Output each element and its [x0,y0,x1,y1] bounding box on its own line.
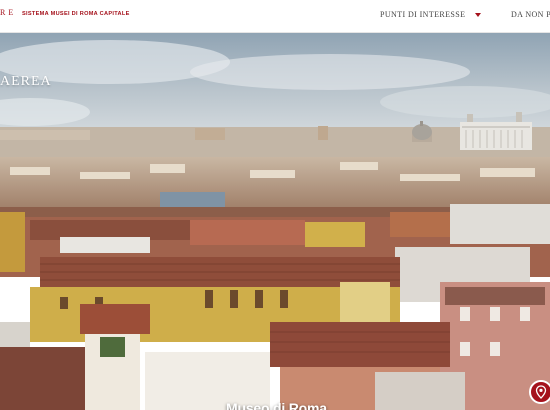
rome-rooftops-photo [0,32,550,410]
site-name[interactable]: SISTEMA MUSEI DI ROMA CAPITALE [22,11,130,17]
hero-section-label: AEREA [0,74,52,89]
nav-punti-di-interesse[interactable]: PUNTI DI INTERESSE [380,10,465,19]
site-header: RE SISTEMA MUSEI DI ROMA CAPITALE PUNTI … [0,0,550,33]
map-pin-icon [535,385,547,399]
museum-title[interactable]: Museo di Roma [226,400,327,410]
nav-da-non-perdere[interactable]: DA NON PE [511,10,550,19]
site-logo[interactable]: RE [0,8,16,17]
map-pin-button[interactable] [529,380,550,404]
hero-image: AEREA Museo di Roma [0,32,550,410]
chevron-down-icon[interactable] [475,13,481,17]
